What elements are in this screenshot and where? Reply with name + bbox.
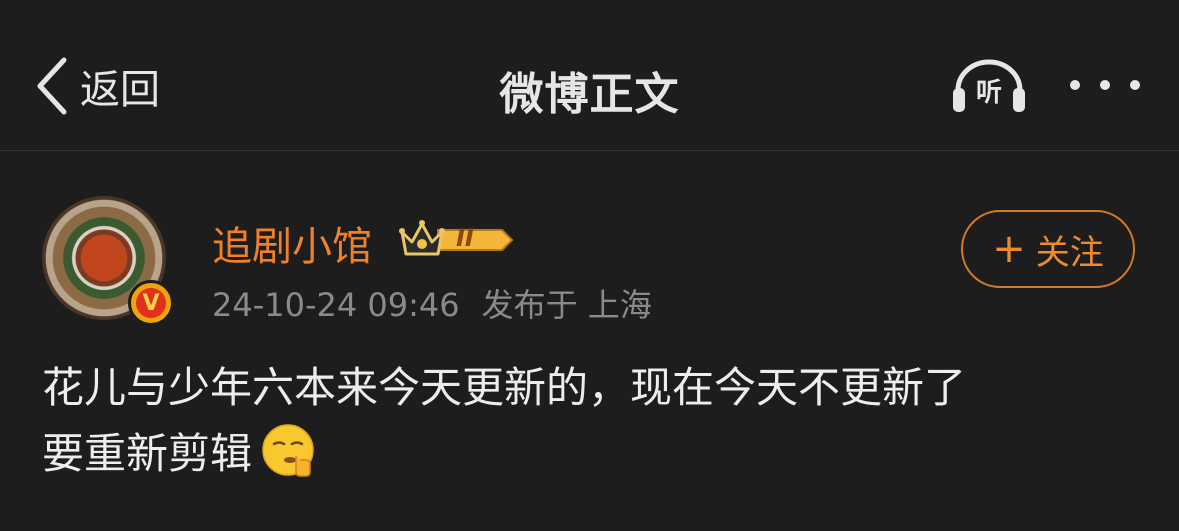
more-dots-icon[interactable] xyxy=(1070,70,1140,100)
dot xyxy=(1130,80,1140,90)
verified-badge-icon: V xyxy=(128,280,174,326)
post-text: 要重新剪辑 xyxy=(42,429,253,478)
post-location: 发布于 上海 xyxy=(481,286,652,324)
post-text-line-2: 要重新剪辑 xyxy=(42,421,1142,487)
post-timestamp: 24-10-24 09:46 xyxy=(212,286,460,324)
author-name[interactable]: 追剧小馆 xyxy=(212,214,372,272)
dot xyxy=(1070,80,1080,90)
listen-label: 听 xyxy=(975,78,1002,108)
post-meta: 24-10-24 09:46 发布于 上海 xyxy=(212,280,652,326)
verified-badge-letter: V xyxy=(136,288,166,318)
follow-button[interactable]: + 关注 xyxy=(961,210,1135,288)
follow-label: 关注 xyxy=(1035,232,1104,273)
shushing-face-emoji-icon xyxy=(262,424,314,477)
plus-icon: + xyxy=(992,226,1026,272)
avatar[interactable]: V xyxy=(42,196,174,326)
top-navigation-bar: 返回 微博正文 听 xyxy=(0,0,1179,151)
vip-level: II xyxy=(456,224,474,252)
listen-button[interactable]: 听 xyxy=(950,58,1028,116)
post-body: 花儿与少年六本来今天更新的，现在今天不更新了 要重新剪辑 xyxy=(42,355,1142,487)
dot xyxy=(1100,80,1110,90)
post-text-line: 花儿与少年六本来今天更新的，现在今天不更新了 xyxy=(42,363,967,412)
vip-crown-badge: II xyxy=(398,218,516,262)
